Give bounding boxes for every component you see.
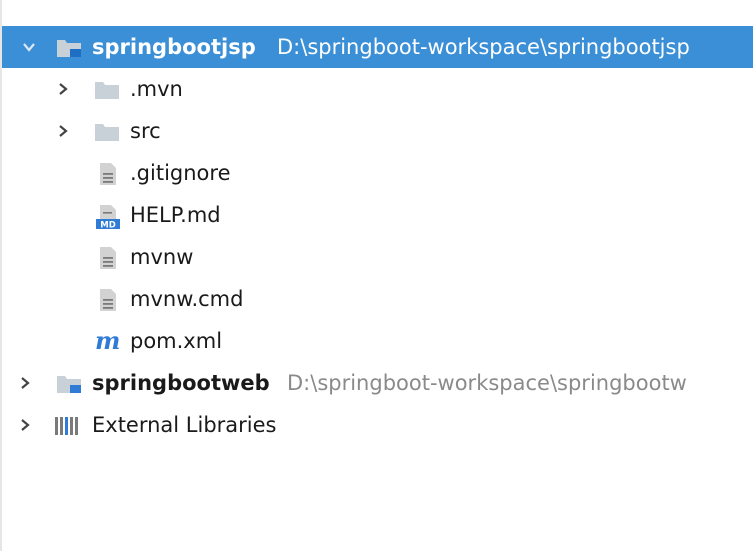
tree-row-file-mvnw[interactable]: mvnw [0,236,753,278]
tree-item-label: pom.xml [130,329,223,353]
tree-row-file-pom-xml[interactable]: m pom.xml [0,320,753,362]
svg-text:MD: MD [100,221,116,231]
tree-item-label: HELP.md [130,203,221,227]
tree-item-label: .gitignore [130,161,231,185]
panel-left-border [0,0,2,551]
maven-icon: m [95,326,121,355]
project-name: springbootweb [92,371,270,395]
folder-icon [94,120,120,142]
tree-row-folder-src[interactable]: src [0,110,753,152]
module-folder-icon [56,36,82,58]
tree-item-label: .mvn [130,77,183,101]
project-name: springbootjsp [92,35,256,59]
tree-row-external-libraries[interactable]: External Libraries [0,404,753,446]
text-file-icon [97,288,123,311]
tree-row-folder-mvn[interactable]: .mvn [0,68,753,110]
tree-item-label: mvnw [130,245,194,269]
tree-item-label: mvnw.cmd [130,287,244,311]
project-path: D:\springboot-workspace\springbootjsp [277,35,690,59]
text-file-icon [97,246,123,269]
chevron-down-icon[interactable] [22,40,36,54]
text-file-icon [97,162,123,185]
project-path: D:\springboot-workspace\springbootw [287,371,687,395]
chevron-right-icon[interactable] [18,418,32,432]
chevron-right-icon[interactable] [56,124,70,138]
chevron-right-icon[interactable] [56,82,70,96]
chevron-right-icon[interactable] [18,376,32,390]
project-tree-panel: spring springbootjsp D:\springboot-works… [0,0,753,551]
markdown-file-icon: MD [95,204,121,230]
tree-row-file-gitignore[interactable]: .gitignore [0,152,753,194]
libraries-icon [54,414,80,436]
tree-item-label: src [130,119,161,143]
tree-row-project-springbootweb[interactable]: springbootweb D:\springboot-workspace\sp… [0,362,753,404]
tree-item-label: External Libraries [92,413,277,437]
tree-row-project-springbootjsp[interactable]: springbootjsp D:\springboot-workspace\sp… [0,26,753,68]
tree-row-file-mvnw-cmd[interactable]: mvnw.cmd [0,278,753,320]
tree-row-file-help-md[interactable]: MD HELP.md [0,194,753,236]
module-folder-icon [56,372,82,394]
folder-icon [94,78,120,100]
